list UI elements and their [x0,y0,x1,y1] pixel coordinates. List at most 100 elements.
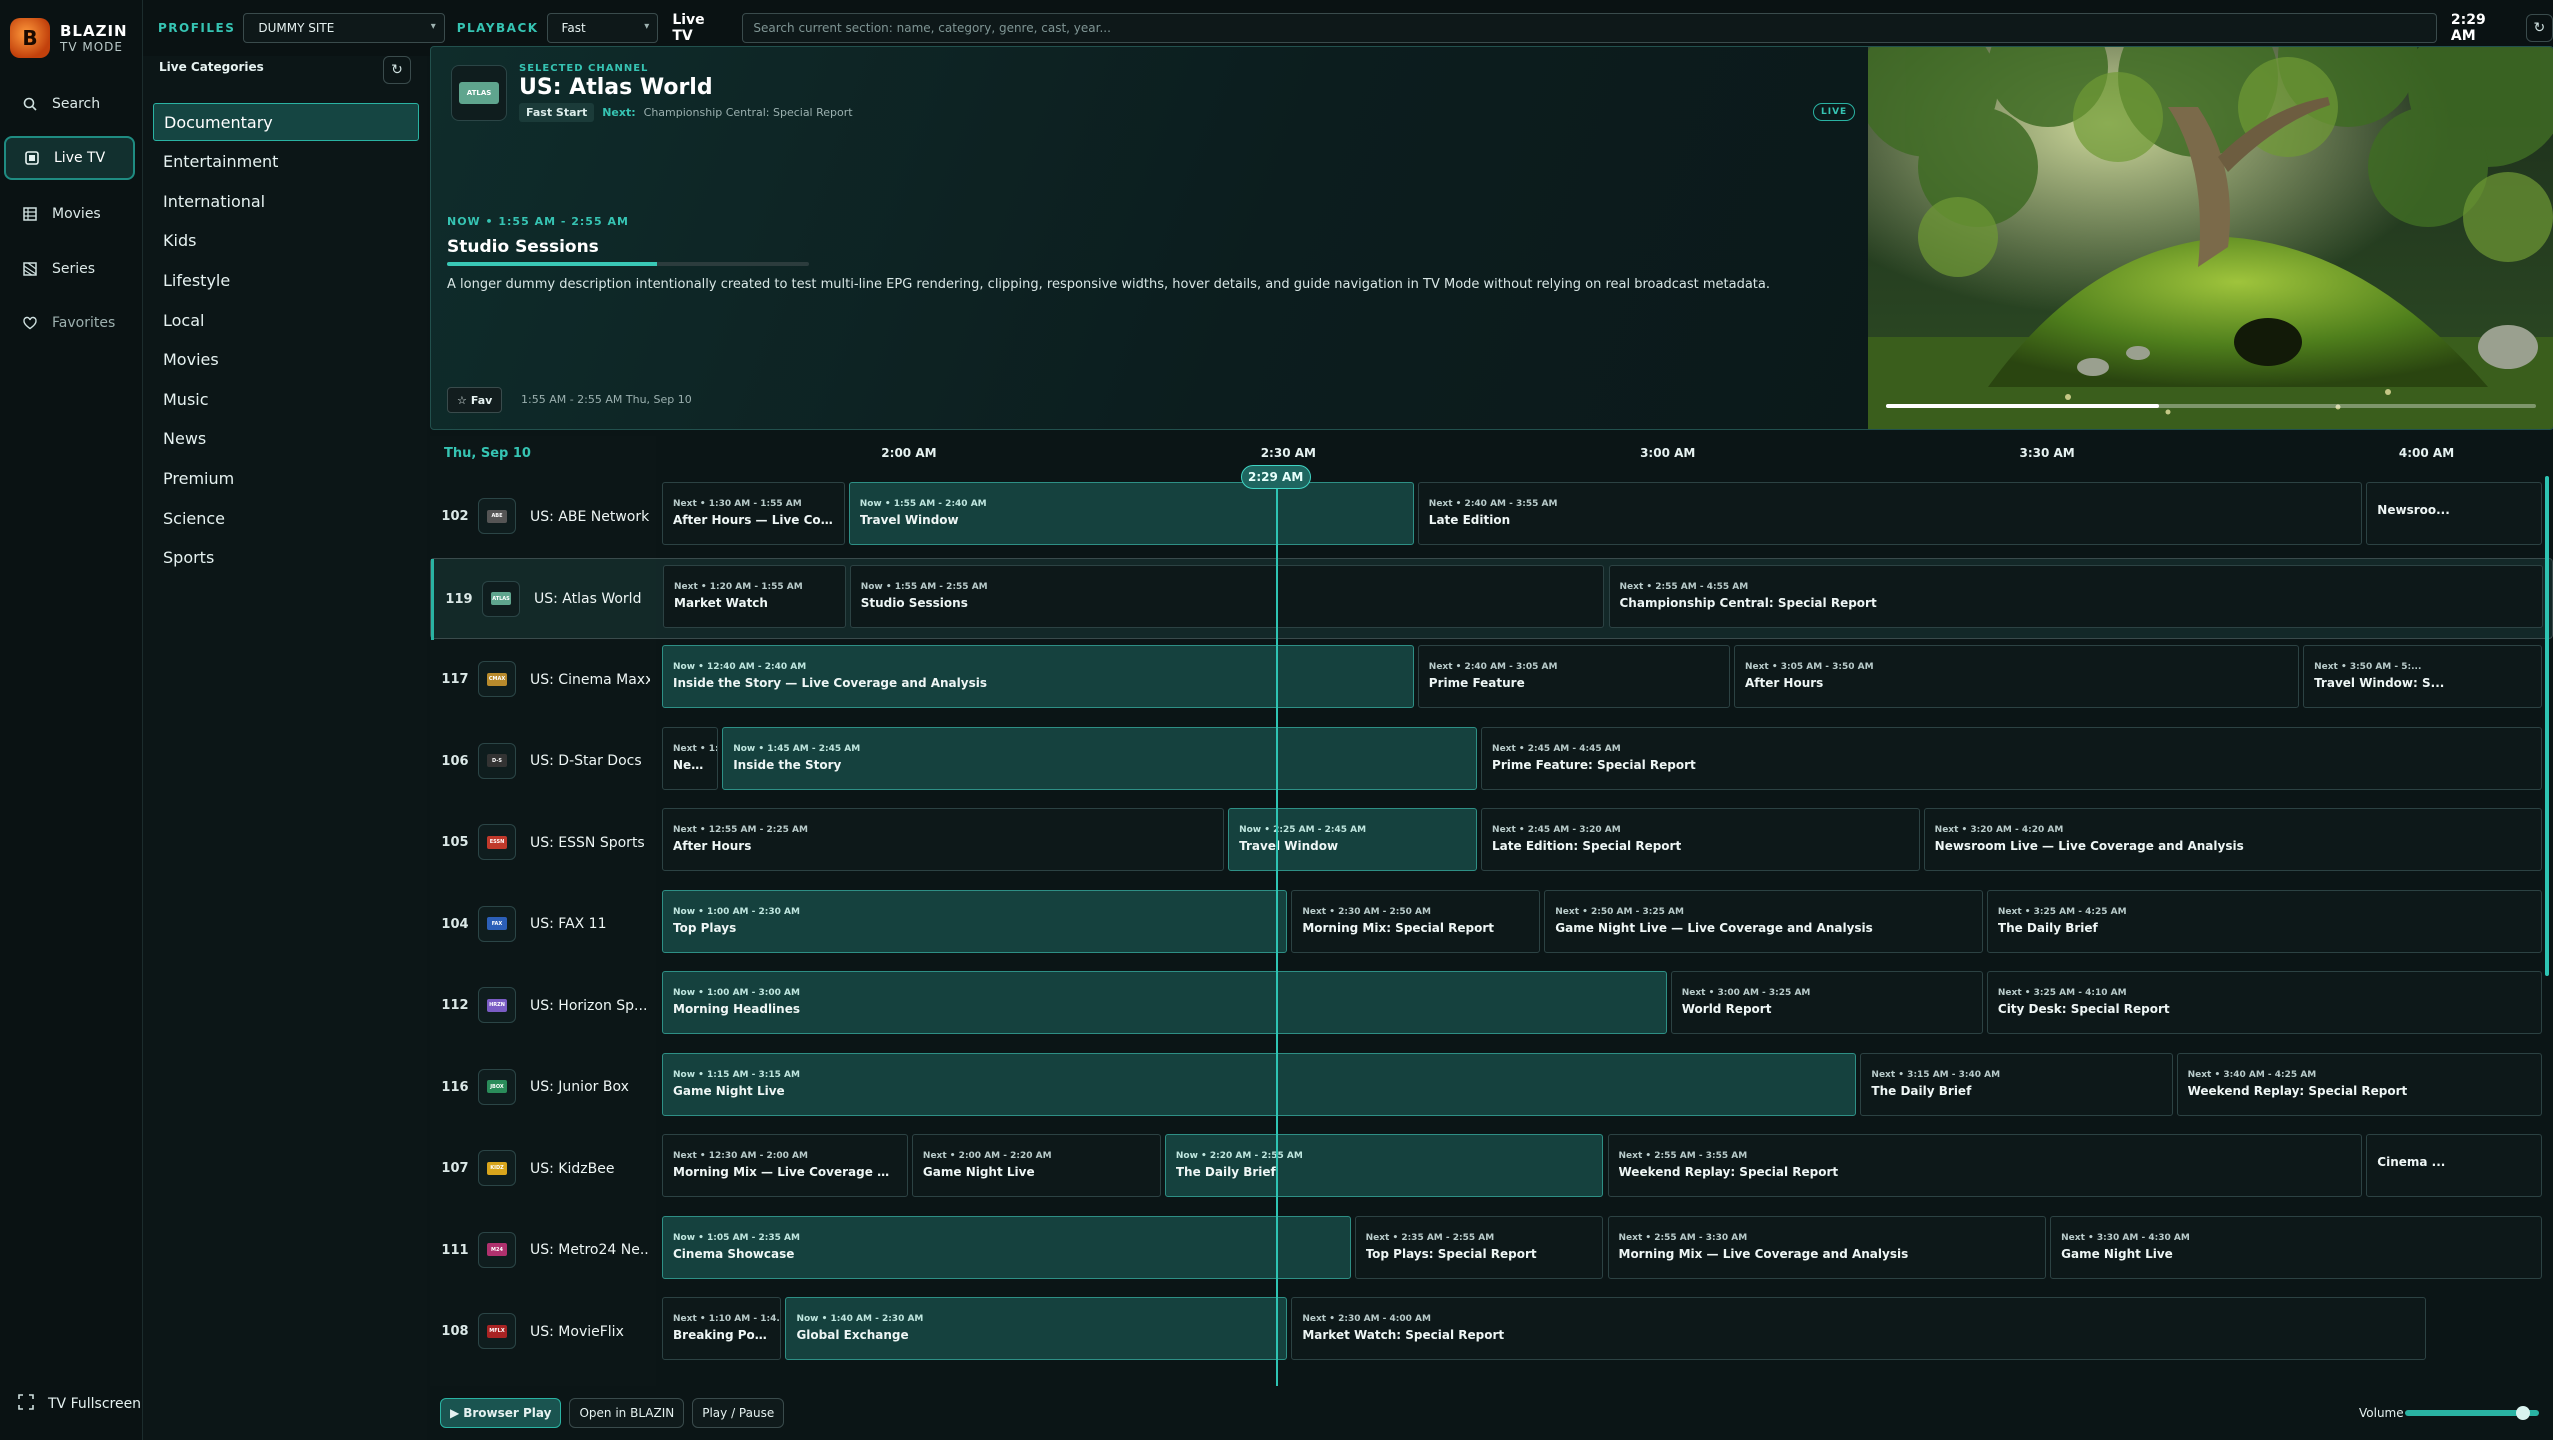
channel-row[interactable]: 106 D-S US: D-Star Docs Next • 1:10 AM - 1:… [430,721,2553,802]
channel-label[interactable]: 116 JBOX US: Junior Box [430,1047,656,1128]
program-cell[interactable]: Now • 1:05 AM - 2:35 AM Cinema Showcase [662,1215,1351,1279]
program-cell[interactable]: Now • 1:00 AM - 3:00 AM Morning Headlines [662,971,1667,1034]
play-pause-button[interactable]: Play / Pause [692,1398,785,1428]
program-cell[interactable]: Next • 2:30 AM - 2:50 AM Morning Mix: Spe… [1291,889,1541,953]
program-cell[interactable]: Next • 2:45 AM - 3:20 AM Late Edition: Sp… [1481,808,1920,871]
channel-row[interactable]: 116 JBOX US: Junior Box Now • 1:15 AM - 3:1… [430,1047,2553,1128]
category-science[interactable]: Science [153,499,419,537]
channel-row[interactable]: 108 MFLX US: MovieFlix Next • 1:10 AM - 1:4… [430,1291,2553,1372]
program-cell[interactable]: Next • 1:20 AM - 1:55 AM Market Watch [663,564,846,628]
channel-label[interactable]: 111 M24 US: Metro24 Ne... [430,1210,656,1291]
program-cell[interactable]: Next • 12:30 AM - 2:00 AM Morning Mix — L… [662,1134,908,1197]
program-cell[interactable]: Now • 2:20 AM - 2:55 AM The Daily Brief [1164,1134,1604,1197]
program-cell[interactable]: Now • 2:25 AM - 2:45 AM Travel Window [1228,808,1478,871]
program-cell[interactable]: Next • 3:25 AM - 4:25 AM The Daily Brief [1986,889,2542,953]
program-cell[interactable]: Next • 3:00 AM - 3:25 AM World Report [1670,971,1983,1034]
category-sports[interactable]: Sports [153,539,419,577]
category-documentary[interactable]: Documentary [153,103,419,141]
program-cell[interactable]: Next • 2:30 AM - 4:00 AM Market Watch: Sp… [1291,1297,2426,1360]
video-frame-image [1868,47,2553,429]
playback-select[interactable]: Fast ▾ [546,13,659,43]
browser-play-button[interactable]: ▶ Browser Play [440,1398,562,1428]
program-cell[interactable]: Now • 1:40 AM - 2:30 AM Global Exchange [785,1297,1288,1360]
program-title: Breaking Point [673,1328,771,1342]
program-cell[interactable]: Next • 3:25 AM - 4:10 AM City Desk: Speci… [1986,971,2542,1034]
search-input[interactable]: Search current section: name, category, … [742,13,2437,43]
program-cell[interactable]: Next • 2:55 AM - 3:30 AM Morning Mix — Li… [1607,1215,2047,1279]
channel-row[interactable]: 119 ATLAS US: Atlas World Next • 1:20 AM - … [430,557,2553,640]
video-progress[interactable] [1886,404,2536,408]
program-cell[interactable]: Next • 3:15 AM - 3:40 AM The Daily Brief [1860,1052,2173,1116]
category-international[interactable]: International [153,182,419,220]
channel-label[interactable]: 106 D-S US: D-Star Docs [430,721,656,802]
program-cell[interactable]: Now • 1:55 AM - 2:40 AM Travel Window [848,482,1414,545]
channel-row[interactable]: 104 FAX US: FAX 11 Now • 1:00 AM - 2:30 AM T… [430,884,2553,965]
program-cell[interactable]: Cinema ... [2366,1134,2542,1197]
guide-scrollbar[interactable] [2545,476,2549,976]
channel-label[interactable]: 102 ABE US: ABE Network [430,476,656,557]
nav-item-movies[interactable]: Movies [4,192,135,236]
channel-row[interactable]: 102 ABE US: ABE Network Next • 1:30 AM - 1:… [430,476,2553,557]
program-cell[interactable]: Next • 1:30 AM - 1:55 AM After Hours — Li… [662,482,845,545]
program-cell[interactable]: Next • 2:40 AM - 3:55 AM Late Edition [1417,482,2363,545]
category-local[interactable]: Local [153,301,419,339]
channel-name: US: D-Star Docs [530,753,642,769]
program-cell[interactable]: Next • 12:55 AM - 2:25 AM After Hours [662,808,1225,871]
volume-knob[interactable] [2515,1406,2530,1420]
channel-row[interactable]: 117 CMAX US: Cinema Maxx Now • 12:40 AM - 2… [430,639,2553,720]
channel-name: US: MovieFlix [530,1323,624,1340]
channel-label[interactable]: 105 ESSN US: ESSN Sports [430,802,656,883]
program-cell[interactable]: Next • 3:40 AM - 4:25 AM Weekend Replay: … [2176,1052,2542,1116]
tv-fullscreen-button[interactable]: TV Fullscreen [18,1394,141,1414]
category-music[interactable]: Music [153,380,419,418]
channel-row[interactable]: 107 KIDZ US: KidzBee Next • 12:30 AM - 2:00… [430,1128,2553,1209]
program-cell[interactable]: Now • 1:55 AM - 2:55 AM Studio Sessions [849,564,1605,628]
channel-label[interactable]: 112 HRZN US: Horizon Sp... [430,965,656,1046]
program-cell[interactable]: Next • 2:55 AM - 3:55 AM Weekend Replay: … [1607,1134,2363,1197]
program-cell[interactable]: Next • 2:00 AM - 2:20 AM Game Night Live [911,1134,1161,1197]
refresh-button[interactable]: ↻ [2525,14,2553,42]
channel-label[interactable]: 104 FAX US: FAX 11 [430,884,656,965]
program-cell[interactable]: Now • 1:45 AM - 2:45 AM Inside the Story [722,726,1478,790]
channel-label[interactable]: 107 KIDZ US: KidzBee [430,1128,656,1209]
channel-label[interactable]: 108 MFLX US: MovieFlix [430,1291,656,1372]
channel-row[interactable]: 112 HRZN US: Horizon Sp... Now • 1:00 AM - … [430,965,2553,1046]
program-cell[interactable]: Now • 12:40 AM - 2:40 AM Inside the Story… [662,645,1414,708]
category-lifestyle[interactable]: Lifestyle [153,261,419,299]
favorite-button[interactable]: ☆ Fav [447,387,503,413]
category-premium[interactable]: Premium [153,459,419,497]
nav-item-series[interactable]: Series [4,247,135,291]
category-news[interactable]: News [153,420,419,458]
program-cell[interactable]: Next • 3:20 AM - 4:20 AM Newsroom Live — … [1923,808,2542,871]
program-cell[interactable]: Next • 2:35 AM - 2:55 AM Top Plays: Speci… [1354,1215,1604,1279]
profile-select[interactable]: DUMMY SITE ▾ [243,13,445,43]
category-entertainment[interactable]: Entertainment [153,143,419,181]
program-cell[interactable]: Next • 3:50 AM - 5:... Travel Window: S..… [2303,645,2542,708]
volume-slider[interactable] [2405,1406,2539,1420]
open-in-blazin-button[interactable]: Open in BLAZIN [569,1398,685,1428]
program-cell[interactable]: Next • 2:45 AM - 4:45 AM Prime Feature: S… [1481,726,2542,790]
program-cell[interactable]: Next • 3:05 AM - 3:50 AM After Hours [1733,645,2300,708]
channel-number: 116 [441,1079,469,1095]
program-cell[interactable]: Next • 2:40 AM - 3:05 AM Prime Feature [1417,645,1730,708]
video-preview[interactable] [1868,47,2553,429]
channel-label[interactable]: 117 CMAX US: Cinema Maxx [430,639,656,720]
program-cell[interactable]: Now • 1:00 AM - 2:30 AM Top Plays [662,889,1288,953]
category-movies[interactable]: Movies [153,341,419,379]
nav-item-search[interactable]: Search [4,82,135,126]
channel-row[interactable]: 105 ESSN US: ESSN Sports Next • 12:55 AM - … [430,802,2553,883]
categories-refresh-button[interactable]: ↻ [383,56,411,84]
program-cell[interactable]: Next • 3:30 AM - 4:30 AM Game Night Live [2050,1215,2542,1279]
channel-label[interactable]: 119 ATLAS US: Atlas World [431,558,657,640]
nav-item-live-tv[interactable]: Live TV [4,136,135,180]
program-cell[interactable]: Next • 1:10 AM - 1:4... Breaking Point [662,1297,782,1360]
program-cell[interactable]: Now • 1:15 AM - 3:15 AM Game Night Live [662,1052,1857,1116]
program-cell[interactable]: Next • 2:50 AM - 3:25 AM Game Night Live … [1544,889,1983,953]
nav-rail: B BLAZIN TV MODE Search Live TV Movies Seri… [0,0,143,1440]
nav-item-favorites[interactable]: Favorites [4,301,135,345]
channel-row[interactable]: 111 M24 US: Metro24 Ne... Now • 1:05 AM - 2… [430,1210,2553,1291]
category-kids[interactable]: Kids [153,222,419,260]
program-cell[interactable]: Next • 2:55 AM - 4:55 AM Championship Cen… [1608,564,2543,628]
program-cell[interactable]: Newsroo... [2366,482,2542,545]
program-cell[interactable]: Next • 1:10 AM - 1:45 AM Newsroom Live [662,726,719,790]
